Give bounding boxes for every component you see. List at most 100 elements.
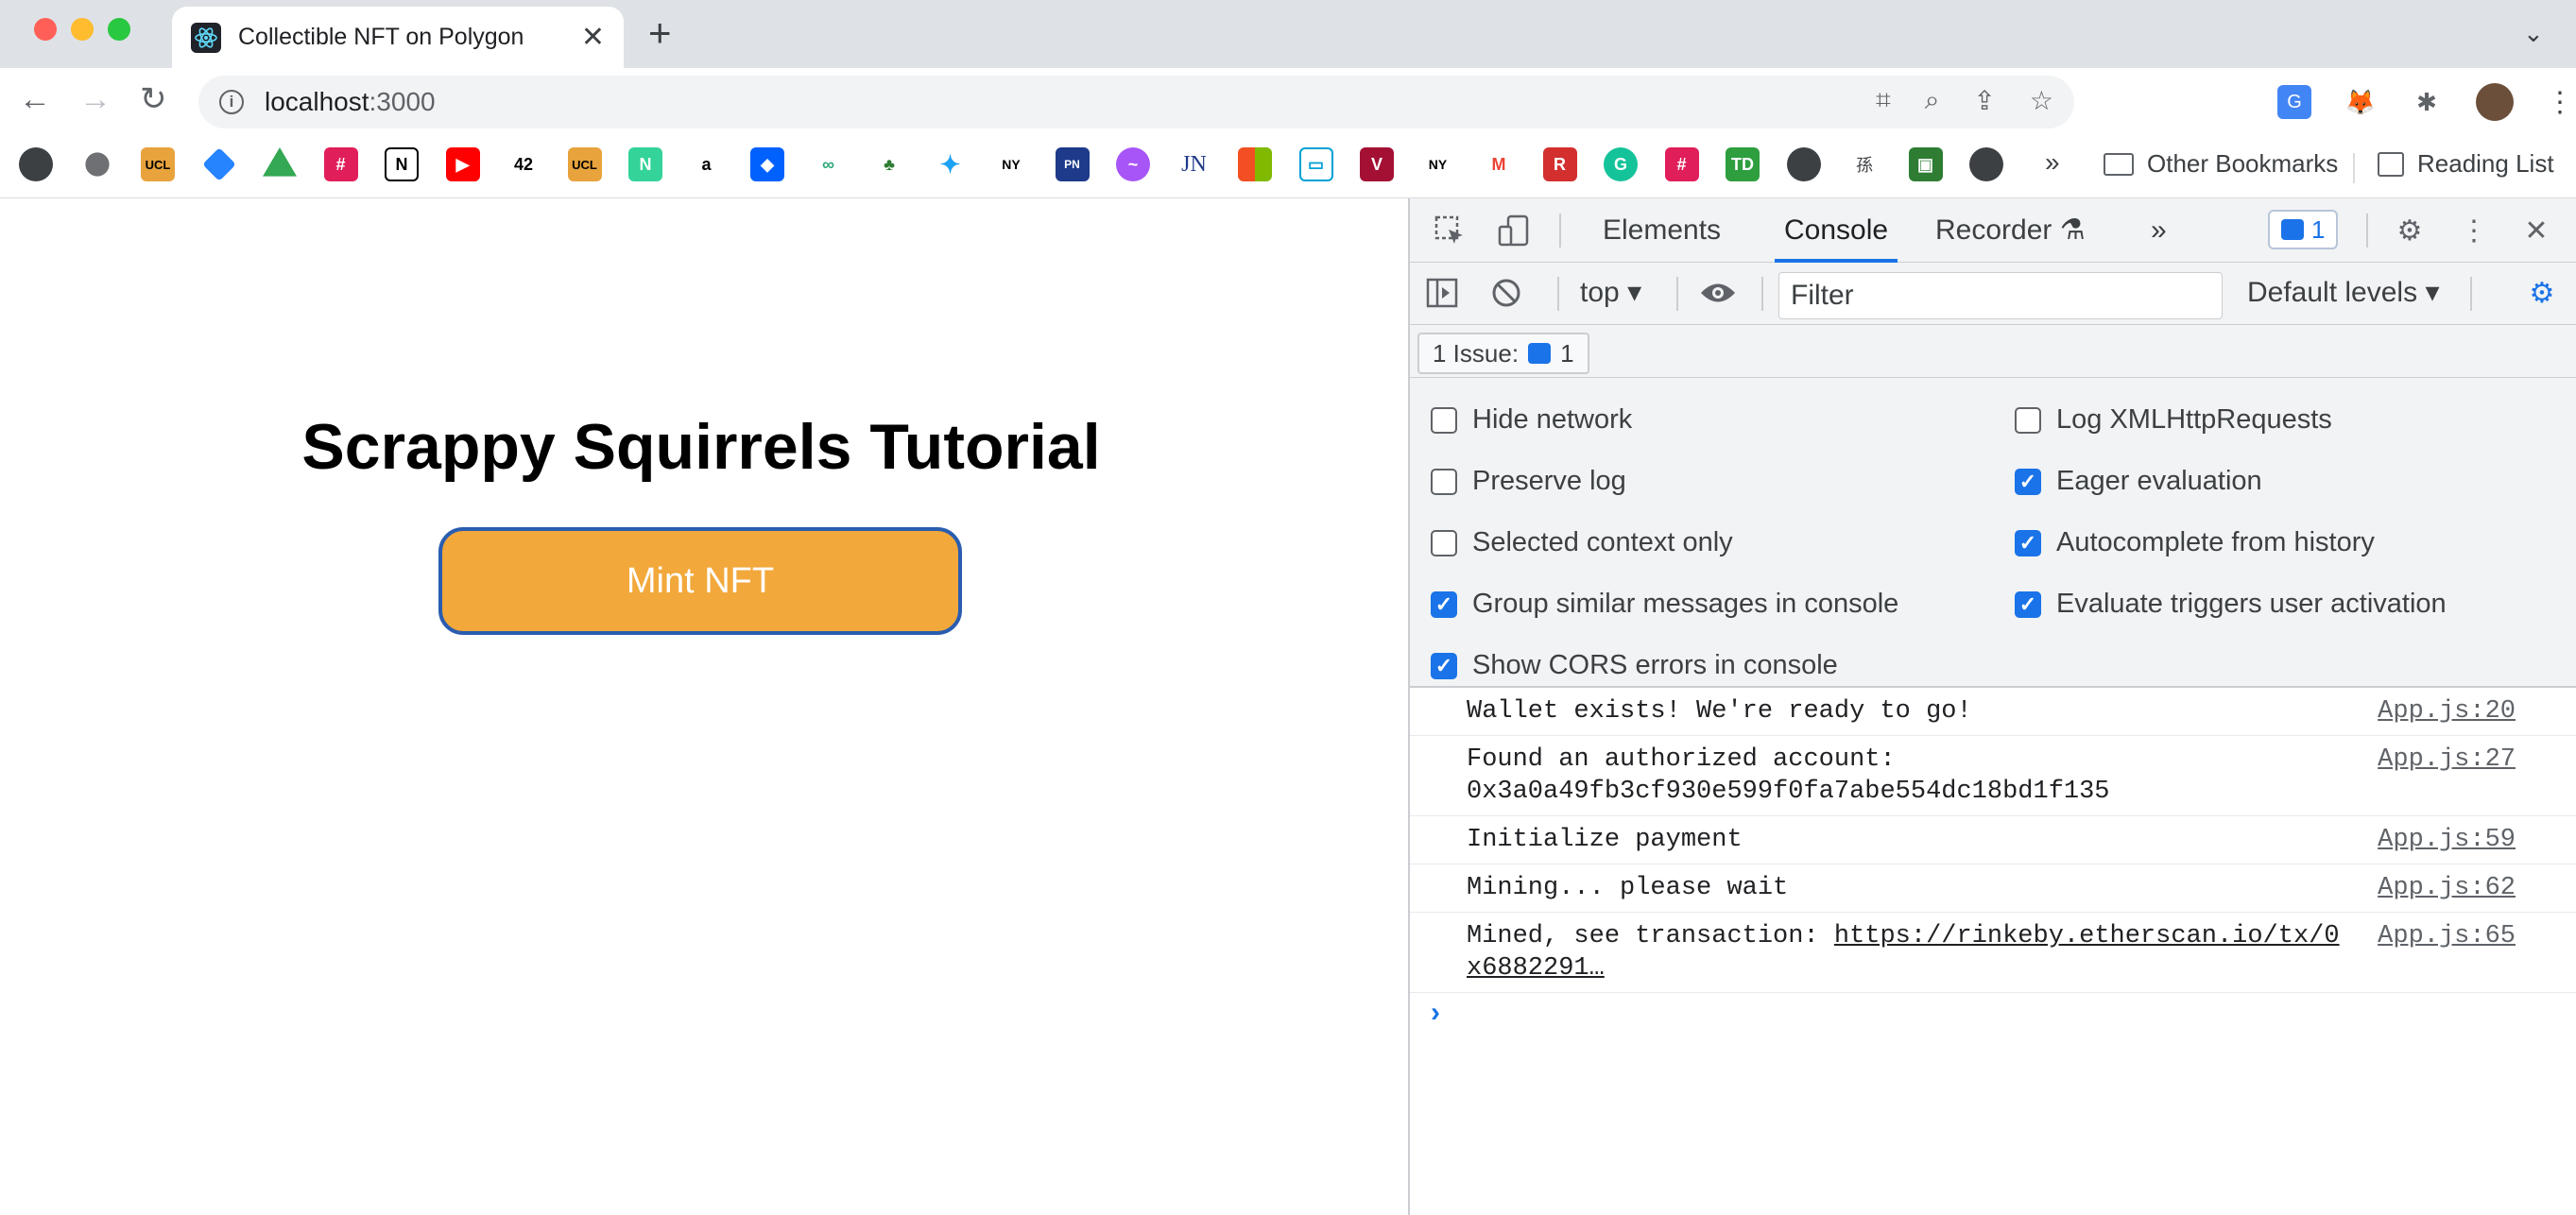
context-selector[interactable]: top ▾: [1580, 276, 1641, 309]
browser-tab[interactable]: Collectible NFT on Polygon ✕: [172, 7, 624, 68]
source-link[interactable]: App.js:20: [2378, 695, 2516, 727]
more-tabs-button[interactable]: »: [2151, 198, 2167, 263]
forward-icon[interactable]: →: [79, 83, 112, 115]
tab-elements[interactable]: Elements: [1603, 198, 1721, 263]
messenger-icon[interactable]: ~: [1116, 147, 1150, 181]
checkbox[interactable]: ✓: [1431, 590, 1457, 618]
metamask-fox-icon[interactable]: 🦊: [2344, 85, 2378, 119]
close-window-button[interactable]: [34, 18, 57, 41]
setting-option[interactable]: ✓ Eager evaluation: [2015, 466, 2262, 497]
maximize-window-button[interactable]: [108, 18, 130, 41]
setting-option[interactable]: ✓ Group similar messages in console: [1431, 589, 1898, 620]
twitter-icon[interactable]: ✦: [933, 147, 968, 181]
log-levels-dropdown[interactable]: Default levels ▾: [2247, 276, 2440, 309]
checkbox[interactable]: [1431, 468, 1457, 495]
checkbox[interactable]: ✓: [2015, 529, 2041, 556]
link-icon[interactable]: ∞: [811, 147, 846, 181]
setting-option[interactable]: ✓ Show CORS errors in console: [1431, 650, 1838, 681]
filter-input[interactable]: Filter: [1778, 272, 2223, 319]
checkbox[interactable]: [1431, 529, 1457, 556]
globe-icon-3[interactable]: [1969, 147, 2003, 181]
chevron-down-icon[interactable]: ⌄: [2523, 19, 2544, 48]
jn-icon[interactable]: JN: [1176, 147, 1211, 181]
reload-icon[interactable]: ↻: [140, 83, 167, 115]
translate-icon[interactable]: ⌗: [1876, 85, 1891, 116]
slack-icon-2[interactable]: #: [1664, 147, 1699, 181]
green-app-icon[interactable]: ▣: [1908, 147, 1943, 181]
setting-option[interactable]: Log XMLHttpRequests: [2015, 404, 2332, 436]
gear-icon[interactable]: ⚙: [2391, 212, 2429, 249]
pnas-icon[interactable]: PN: [1055, 147, 1090, 181]
checkbox[interactable]: ✓: [2015, 468, 2041, 495]
setting-option[interactable]: Selected context only: [1431, 527, 1733, 558]
reading-list-button[interactable]: Reading List: [2378, 149, 2554, 179]
console-settings-gear-icon[interactable]: ⚙: [2523, 274, 2561, 312]
dropbox-icon[interactable]: ◆: [750, 147, 784, 181]
slack-icon[interactable]: #: [323, 147, 358, 181]
nyt-icon[interactable]: NY: [994, 147, 1028, 181]
tab-console[interactable]: Console: [1775, 198, 1898, 263]
transaction-link-cont[interactable]: x6882291…: [1467, 954, 1605, 983]
notion-icon[interactable]: N: [385, 147, 419, 181]
setting-option[interactable]: Preserve log: [1431, 466, 1626, 497]
setting-option[interactable]: ✓ Autocomplete from history: [2015, 527, 2375, 558]
gmail-icon[interactable]: M: [1482, 147, 1516, 181]
mirror-icon[interactable]: N: [628, 147, 662, 181]
eye-icon[interactable]: [1699, 274, 1737, 312]
tab-recorder[interactable]: Recorder ⚗: [1935, 198, 2086, 263]
transaction-link[interactable]: https://rinkeby.etherscan.io/tx/0: [1834, 922, 2340, 950]
checkbox[interactable]: ✓: [2015, 590, 2041, 618]
harvard-icon[interactable]: V: [1360, 147, 1394, 181]
back-icon[interactable]: ←: [19, 83, 51, 115]
zoom-icon[interactable]: ⌕: [1925, 85, 1940, 116]
kebab-icon[interactable]: ⋮: [2455, 212, 2493, 249]
youtube-icon[interactable]: ▶: [445, 147, 480, 181]
checkbox[interactable]: ✓: [1431, 652, 1457, 679]
globe-small-icon[interactable]: [84, 152, 110, 177]
ucl-icon[interactable]: UCL: [141, 147, 175, 181]
source-link[interactable]: App.js:65: [2378, 920, 2516, 952]
messages-badge[interactable]: 1: [2268, 210, 2339, 249]
bilibili-icon[interactable]: ▭: [1298, 147, 1333, 181]
other-bookmarks-folder[interactable]: Other Bookmarks: [2104, 149, 2338, 179]
source-link[interactable]: App.js:59: [2378, 824, 2516, 856]
amazon-icon[interactable]: a: [689, 147, 724, 181]
jira-icon[interactable]: [201, 147, 236, 181]
grammarly-icon[interactable]: G: [1604, 147, 1638, 181]
42-icon[interactable]: 42: [507, 147, 541, 181]
issues-button[interactable]: 1 Issue: 1: [1417, 333, 1589, 374]
clear-console-icon[interactable]: [1487, 274, 1525, 312]
source-link[interactable]: App.js:62: [2378, 872, 2516, 904]
globe-icon-2[interactable]: [1786, 147, 1821, 181]
chinese-character-icon[interactable]: 孫: [1847, 147, 1881, 181]
menu-kebab-icon[interactable]: ⋮: [2546, 86, 2574, 119]
checkbox[interactable]: [2015, 406, 2041, 434]
close-icon[interactable]: ✕: [2517, 212, 2555, 249]
r-icon[interactable]: R: [1542, 147, 1577, 181]
nyt-icon-2[interactable]: NY: [1420, 147, 1455, 181]
minimize-window-button[interactable]: [71, 18, 94, 41]
checkbox[interactable]: [1431, 406, 1457, 434]
sidebar-toggle-icon[interactable]: [1423, 274, 1461, 312]
site-info-icon[interactable]: i: [219, 90, 244, 114]
avatar[interactable]: [2476, 83, 2514, 121]
google-translate-extension-icon[interactable]: G: [2277, 85, 2311, 119]
google-drive-icon[interactable]: [263, 147, 297, 177]
owl-icon[interactable]: ♣: [872, 147, 906, 181]
address-bar[interactable]: i localhost:3000 ⌗ ⌕ ⇪ ☆: [198, 76, 2074, 128]
source-link[interactable]: App.js:27: [2378, 744, 2516, 776]
puzzle-extensions-icon[interactable]: ✱: [2410, 85, 2444, 119]
mint-nft-button[interactable]: Mint NFT: [438, 527, 962, 635]
ucl-icon-2[interactable]: UCL: [567, 147, 602, 181]
setting-option[interactable]: ✓ Evaluate triggers user activation: [2015, 589, 2447, 620]
new-tab-button[interactable]: +: [648, 13, 672, 53]
star-icon[interactable]: ☆: [2030, 85, 2053, 116]
bookmarks-overflow-icon[interactable]: »: [2045, 147, 2060, 178]
microsoft-icon[interactable]: [1238, 147, 1272, 181]
close-tab-icon[interactable]: ✕: [581, 23, 605, 52]
globe-icon[interactable]: [19, 147, 53, 181]
device-toolbar-icon[interactable]: [1495, 212, 1533, 249]
share-icon[interactable]: ⇪: [1973, 85, 1995, 116]
td-icon[interactable]: TD: [1726, 147, 1760, 181]
console-prompt[interactable]: ›: [1431, 997, 1440, 1029]
